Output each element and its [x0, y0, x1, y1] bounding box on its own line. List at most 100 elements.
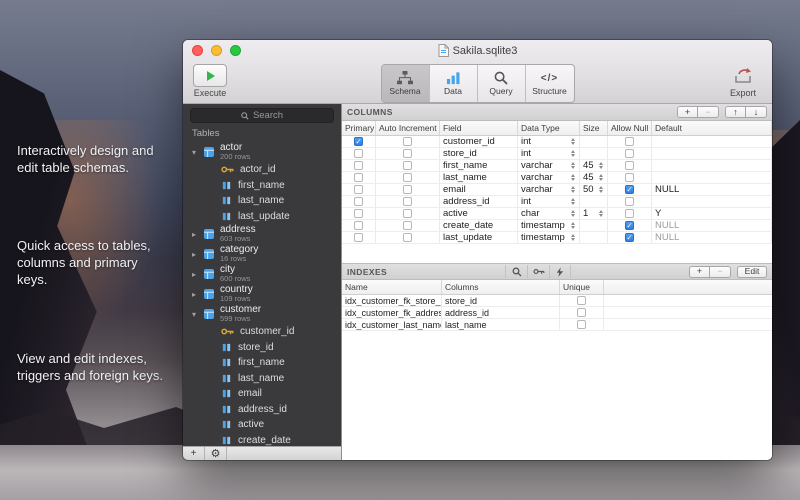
primary-checkbox[interactable]: ✓ [354, 137, 363, 146]
auto-increment-checkbox[interactable] [403, 173, 412, 182]
settings-gear-button[interactable]: ⚙ [205, 447, 227, 460]
column-row[interactable]: last_namevarchar45 [342, 172, 772, 184]
size-value[interactable]: 45 [583, 172, 594, 183]
stepper-icon[interactable] [571, 210, 576, 217]
index-name[interactable]: idx_customer_fk_addres... [345, 308, 442, 318]
add-index-button[interactable]: + [689, 266, 710, 278]
add-table-button[interactable]: + [183, 447, 205, 460]
default-value[interactable]: NULL [655, 232, 679, 243]
sidebar-column-row[interactable]: email [183, 386, 341, 402]
primary-checkbox[interactable] [354, 185, 363, 194]
execute-button[interactable] [193, 64, 227, 87]
sidebar-column-row[interactable]: store_id [183, 340, 341, 356]
disclosure-open-icon[interactable]: ▾ [192, 310, 202, 319]
unique-checkbox[interactable] [577, 308, 586, 317]
search-filter-icon[interactable] [505, 265, 527, 278]
sidebar-column-row[interactable]: first_name [183, 355, 341, 371]
auto-increment-checkbox[interactable] [403, 197, 412, 206]
disclosure-closed-icon[interactable]: ▸ [192, 290, 202, 299]
auto-increment-checkbox[interactable] [403, 161, 412, 170]
column-row[interactable]: ✓customer_idint [342, 136, 772, 148]
primary-checkbox[interactable] [354, 149, 363, 158]
auto-increment-checkbox[interactable] [403, 209, 412, 218]
column-row[interactable]: first_name varchar 45 [342, 160, 772, 172]
index-columns[interactable]: last_name [445, 320, 487, 330]
minimize-button[interactable] [211, 45, 222, 56]
mode-tab-schema[interactable]: Schema [382, 65, 430, 102]
data-type-value[interactable]: varchar [521, 172, 553, 183]
primary-checkbox[interactable] [354, 197, 363, 206]
data-type-value[interactable]: timestamp [521, 220, 565, 231]
field-name[interactable]: last_update [443, 232, 492, 243]
stepper-icon[interactable] [599, 162, 604, 169]
primary-checkbox[interactable] [354, 161, 363, 170]
stepper-icon[interactable] [571, 186, 576, 193]
close-button[interactable] [192, 45, 203, 56]
data-type-value[interactable]: int [521, 148, 531, 159]
data-type-value[interactable]: int [521, 196, 531, 207]
mode-tab-structure[interactable]: </>Structure [526, 65, 574, 102]
unique-checkbox[interactable] [577, 320, 586, 329]
field-name[interactable]: email [443, 184, 466, 195]
data-type-value[interactable]: char [521, 208, 539, 219]
stepper-icon[interactable] [571, 162, 576, 169]
export-button[interactable] [726, 64, 760, 87]
size-value[interactable]: 1 [583, 208, 588, 219]
field-name[interactable]: address_id [443, 196, 489, 207]
field-name[interactable]: active [443, 208, 468, 219]
size-value[interactable]: 45 [583, 160, 594, 171]
size-value[interactable]: 50 [583, 184, 594, 195]
remove-column-button[interactable]: − [698, 106, 719, 118]
primary-checkbox[interactable] [354, 233, 363, 242]
field-name[interactable]: store_id [443, 148, 477, 159]
allow-null-checkbox[interactable] [625, 173, 634, 182]
data-type-value[interactable]: varchar [521, 184, 553, 195]
sidebar-column-row[interactable]: last_name [183, 193, 341, 209]
primary-checkbox[interactable] [354, 173, 363, 182]
allow-null-checkbox[interactable]: ✓ [625, 221, 634, 230]
sidebar-table-row[interactable]: ▸address603 rows [183, 224, 341, 244]
sidebar-table-row[interactable]: ▾actor200 rows [183, 142, 341, 162]
disclosure-closed-icon[interactable]: ▸ [192, 270, 202, 279]
index-row[interactable]: idx_customer_last_namelast_name [342, 319, 772, 331]
auto-increment-checkbox[interactable] [403, 233, 412, 242]
lightning-filter-icon[interactable] [549, 265, 571, 278]
sidebar-column-row[interactable]: actor_id [183, 162, 341, 178]
allow-null-checkbox[interactable] [625, 137, 634, 146]
default-value[interactable]: NULL [655, 184, 679, 195]
stepper-icon[interactable] [571, 222, 576, 229]
stepper-icon[interactable] [571, 234, 576, 241]
disclosure-closed-icon[interactable]: ▸ [192, 230, 202, 239]
data-type-value[interactable]: timestamp [521, 232, 565, 243]
field-name[interactable]: create_date [443, 220, 493, 231]
sidebar-table-row[interactable]: ▸country109 rows [183, 284, 341, 304]
index-columns[interactable]: address_id [445, 308, 489, 318]
auto-increment-checkbox[interactable] [403, 137, 412, 146]
disclosure-open-icon[interactable]: ▾ [192, 148, 202, 157]
column-row[interactable]: create_datetimestamp✓NULL [342, 220, 772, 232]
add-column-button[interactable]: + [677, 106, 698, 118]
move-up-button[interactable]: ↑ [725, 106, 746, 118]
data-type-value[interactable]: int [521, 136, 531, 147]
index-row[interactable]: idx_customer_fk_store_idstore_id [342, 295, 772, 307]
sidebar-table-row[interactable]: ▸city600 rows [183, 264, 341, 284]
stepper-icon[interactable] [571, 138, 576, 145]
sidebar-column-row[interactable]: first_name [183, 178, 341, 194]
column-row[interactable]: emailvarchar50✓NULL [342, 184, 772, 196]
data-type-value[interactable]: varchar [521, 160, 553, 171]
field-name[interactable]: first_name [443, 160, 487, 171]
index-name[interactable]: idx_customer_last_name [345, 320, 442, 330]
index-columns[interactable]: store_id [445, 296, 477, 306]
sidebar-column-row[interactable]: last_update [183, 209, 341, 225]
mode-tab-data[interactable]: Data [430, 65, 478, 102]
stepper-icon[interactable] [599, 174, 604, 181]
allow-null-checkbox[interactable]: ✓ [625, 233, 634, 242]
edit-index-button[interactable]: Edit [737, 266, 767, 278]
stepper-icon[interactable] [599, 186, 604, 193]
column-row[interactable]: store_id int [342, 148, 772, 160]
titlebar[interactable]: Sakila.sqlite3 [183, 40, 772, 61]
allow-null-checkbox[interactable] [625, 161, 634, 170]
stepper-icon[interactable] [571, 174, 576, 181]
primary-checkbox[interactable] [354, 209, 363, 218]
index-name[interactable]: idx_customer_fk_store_id [345, 296, 442, 306]
